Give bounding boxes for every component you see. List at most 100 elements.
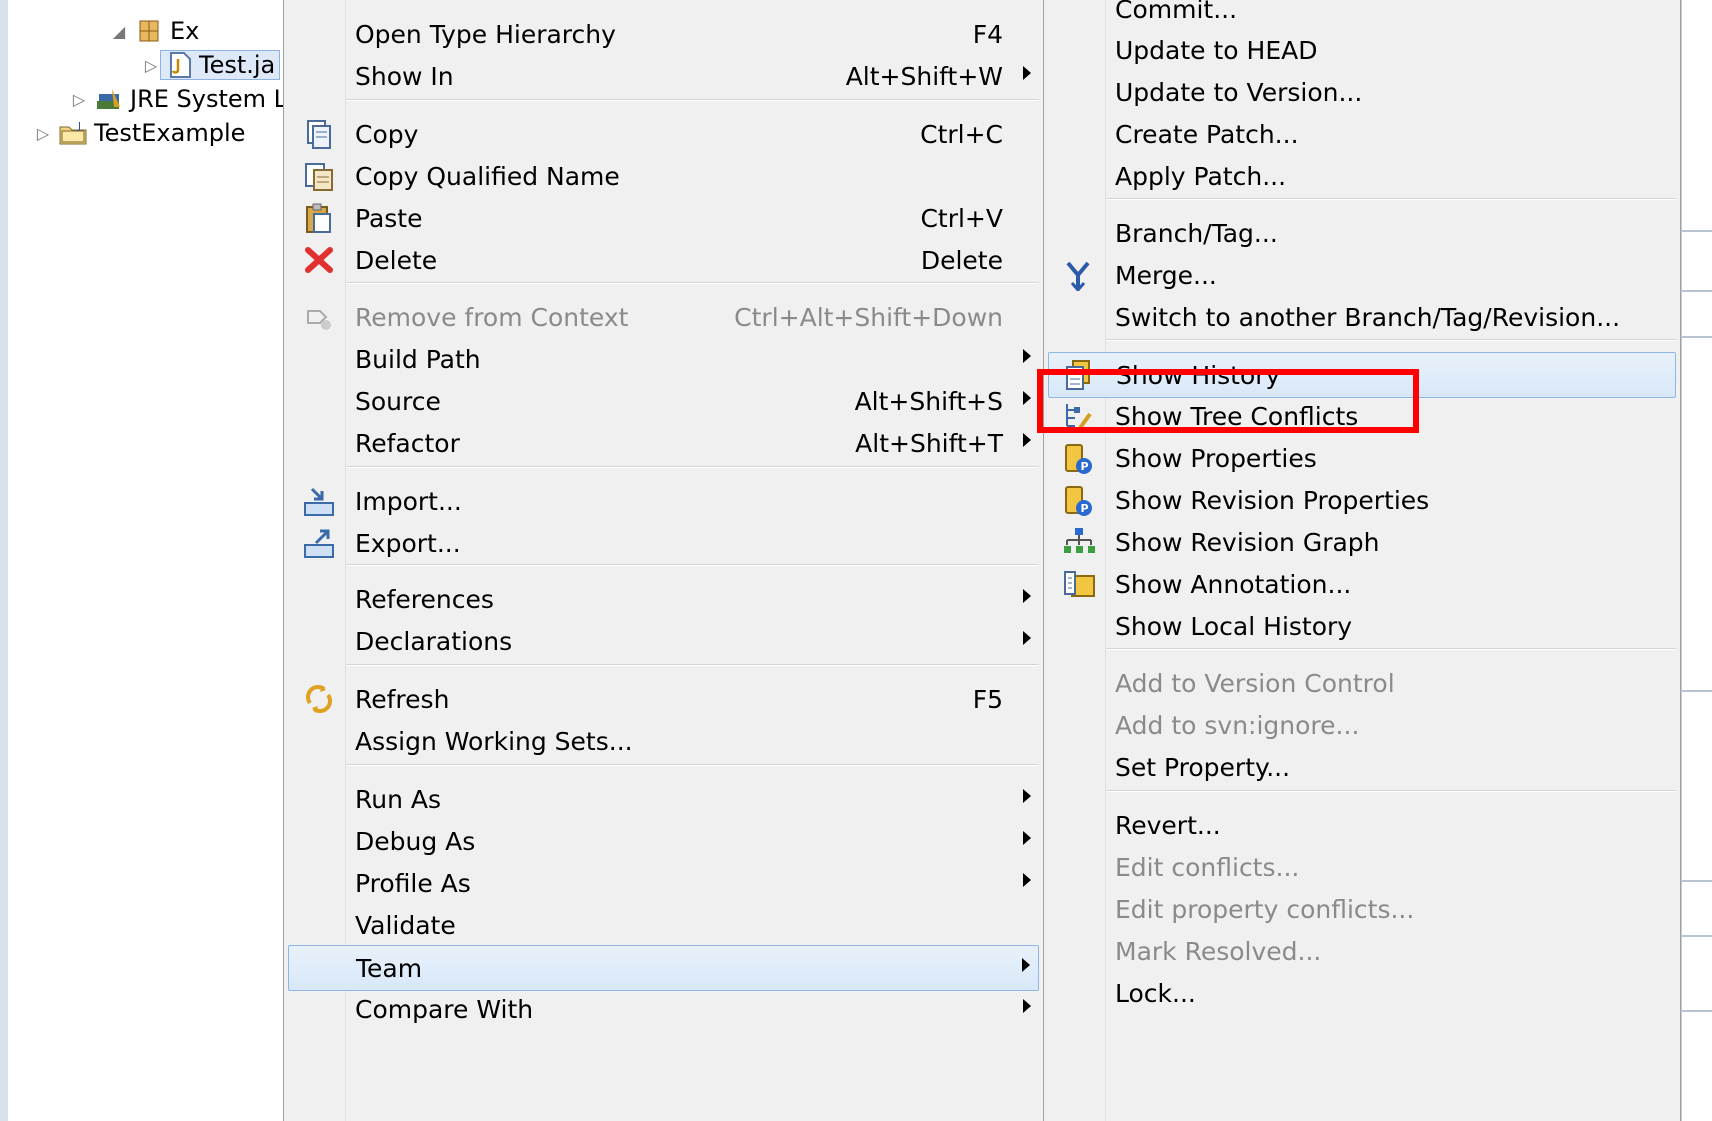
- menu-item-export[interactable]: Export...: [288, 521, 1039, 565]
- properties-icon: P: [1065, 444, 1092, 474]
- menu-item-revert[interactable]: Revert...: [1048, 803, 1676, 847]
- menu-separator: [1106, 790, 1676, 792]
- menu-item-edit-property-conflicts[interactable]: Edit property conflicts...: [1048, 887, 1676, 931]
- menu-item-label: Assign Working Sets...: [355, 727, 633, 756]
- menu-item-assign-working-sets[interactable]: Assign Working Sets...: [288, 719, 1039, 763]
- menu-item-paste[interactable]: Paste Ctrl+V: [288, 196, 1039, 240]
- menu-item-label: Show Revision Graph: [1115, 528, 1380, 557]
- menu-item-create-patch[interactable]: Create Patch...: [1048, 112, 1676, 156]
- menu-item-mark-resolved[interactable]: Mark Resolved...: [1048, 929, 1676, 973]
- submenu-arrow-icon: [1023, 831, 1031, 845]
- menu-item-copy-qualified-name[interactable]: Copy Qualified Name: [288, 154, 1039, 198]
- submenu-arrow-icon: [1023, 999, 1031, 1013]
- menu-separator: [346, 564, 1039, 566]
- menu-item-show-properties[interactable]: P Show Properties: [1048, 436, 1676, 480]
- menu-item-build-path[interactable]: Build Path: [288, 337, 1039, 381]
- menu-item-edit-conflicts[interactable]: Edit conflicts...: [1048, 845, 1676, 889]
- menu-item-label: Refactor: [355, 429, 460, 458]
- menu-item-label: Revert...: [1115, 811, 1221, 840]
- menu-item-label: Edit conflicts...: [1115, 853, 1300, 882]
- selected-tree-item[interactable]: Test.ja: [160, 50, 281, 80]
- menu-item-refresh[interactable]: Refresh F5: [288, 677, 1039, 721]
- menu-item-label: Update to HEAD: [1115, 36, 1318, 65]
- svg-text:P: P: [1081, 460, 1089, 473]
- menu-item-label: Add to svn:ignore...: [1115, 711, 1360, 740]
- menu-item-label: Switch to another Branch/Tag/Revision...: [1115, 303, 1621, 332]
- menu-separator: [346, 764, 1039, 766]
- menu-item-source[interactable]: Source Alt+Shift+S: [288, 379, 1039, 423]
- menu-item-label: Copy Qualified Name: [355, 162, 620, 191]
- menu-item-merge[interactable]: Merge...: [1048, 253, 1676, 297]
- tree-item-label: JRE System L: [130, 85, 288, 113]
- menu-item-label: Open Type Hierarchy: [355, 20, 616, 49]
- menu-separator: [1106, 198, 1676, 200]
- menu-item-remove-from-context[interactable]: Remove from Context Ctrl+Alt+Shift+Down: [288, 295, 1039, 339]
- menu-item-label: Show Properties: [1115, 444, 1317, 473]
- menu-item-label: Refresh: [355, 685, 450, 714]
- menu-item-label: Team: [356, 954, 423, 983]
- menu-item-label: Show Local History: [1115, 612, 1353, 641]
- menu-separator: [346, 99, 1039, 101]
- menu-item-show-in[interactable]: Show In Alt+Shift+W: [288, 54, 1039, 98]
- menu-item-validate[interactable]: Validate: [288, 903, 1039, 947]
- expanded-arrow-icon[interactable]: ◢: [110, 22, 128, 41]
- menu-item-show-revision-properties[interactable]: P Show Revision Properties: [1048, 478, 1676, 522]
- tree-item-ex[interactable]: ◢ Ex: [110, 14, 200, 48]
- menu-item-set-property[interactable]: Set Property...: [1048, 745, 1676, 789]
- svg-text:J: J: [77, 121, 81, 132]
- menu-item-label: Source: [355, 387, 441, 416]
- library-icon: [97, 89, 120, 109]
- menu-separator: [346, 664, 1039, 666]
- package-icon: [139, 20, 159, 42]
- menu-item-shortcut: Ctrl+V: [920, 204, 1003, 233]
- menu-item-label: Commit...: [1115, 0, 1238, 24]
- submenu-arrow-icon: [1023, 873, 1031, 887]
- menu-item-shortcut: Alt+Shift+S: [854, 387, 1003, 416]
- menu-item-add-to-version-control[interactable]: Add to Version Control: [1048, 661, 1676, 705]
- menu-item-copy[interactable]: Copy Ctrl+C: [288, 112, 1039, 156]
- menu-item-add-to-svn-ignore[interactable]: Add to svn:ignore...: [1048, 703, 1676, 747]
- submenu-arrow-icon: [1023, 789, 1031, 803]
- menu-item-profile-as[interactable]: Profile As: [288, 861, 1039, 905]
- menu-item-switch-to-another-branch-tag-revision[interactable]: Switch to another Branch/Tag/Revision...: [1048, 295, 1676, 339]
- tree-item-test-java[interactable]: ▷ Test.ja: [142, 48, 281, 82]
- menu-item-shortcut: Alt+Shift+W: [845, 62, 1003, 91]
- menu-item-update-to-version[interactable]: Update to Version...: [1048, 70, 1676, 114]
- menu-item-commit[interactable]: Commit...: [1048, 0, 1676, 31]
- tree-item-testexample[interactable]: ▷ J TestExample: [34, 116, 246, 150]
- menu-item-apply-patch[interactable]: Apply Patch...: [1048, 154, 1676, 198]
- collapsed-arrow-icon[interactable]: ▷: [142, 56, 160, 75]
- menu-item-refactor[interactable]: Refactor Alt+Shift+T: [288, 421, 1039, 465]
- submenu-arrow-icon: [1023, 589, 1031, 603]
- collapsed-arrow-icon[interactable]: ▷: [34, 124, 52, 143]
- collapsed-arrow-icon[interactable]: ▷: [70, 90, 88, 109]
- menu-item-delete[interactable]: Delete Delete: [288, 238, 1039, 282]
- menu-item-lock[interactable]: Lock...: [1048, 971, 1676, 1015]
- menu-item-update-to-head[interactable]: Update to HEAD: [1048, 28, 1676, 72]
- menu-item-shortcut: Alt+Shift+T: [855, 429, 1003, 458]
- menu-item-declarations[interactable]: Declarations: [288, 619, 1039, 663]
- submenu-arrow-icon: [1023, 66, 1031, 80]
- copy-qualified-name-icon: [305, 163, 333, 191]
- menu-item-branch-tag[interactable]: Branch/Tag...: [1048, 211, 1676, 255]
- menu-item-open-type-hierarchy[interactable]: Open Type Hierarchy F4: [288, 12, 1039, 56]
- menu-item-compare-with[interactable]: Compare With: [288, 987, 1039, 1031]
- menu-item-run-as[interactable]: Run As: [288, 777, 1039, 821]
- menu-item-show-revision-graph[interactable]: Show Revision Graph: [1048, 520, 1676, 564]
- tree-item-label: Ex: [170, 17, 200, 45]
- menu-separator: [346, 282, 1039, 284]
- menu-item-team[interactable]: Team: [288, 945, 1039, 991]
- tree-item-jre-system-library[interactable]: ▷ JRE System L: [70, 82, 287, 116]
- menu-item-show-annotation[interactable]: Show Annotation...: [1048, 562, 1676, 606]
- menu-item-references[interactable]: References: [288, 577, 1039, 621]
- menu-item-debug-as[interactable]: Debug As: [288, 819, 1039, 863]
- menu-item-import[interactable]: Import...: [288, 479, 1039, 523]
- menu-item-label: Lock...: [1115, 979, 1196, 1008]
- annotation-highlight-box: [1037, 369, 1419, 433]
- menu-item-show-local-history[interactable]: Show Local History: [1048, 604, 1676, 648]
- menu-item-label: Update to Version...: [1115, 78, 1363, 107]
- submenu-arrow-icon: [1022, 958, 1030, 972]
- menu-item-label: Export...: [355, 529, 461, 558]
- export-icon: [304, 529, 334, 558]
- editor-background-edge: [1681, 0, 1712, 1121]
